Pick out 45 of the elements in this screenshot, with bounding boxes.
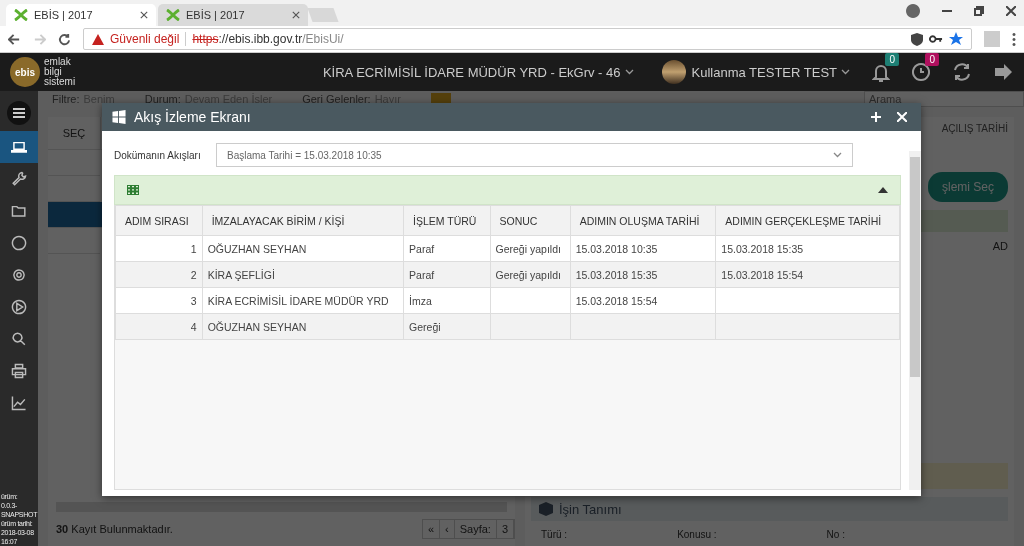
table-cell: KİRA ECRİMİSİL İDARE MÜDÜR YRD: [202, 287, 404, 314]
table-cell: Paraf: [403, 261, 490, 288]
logo: ebis: [10, 57, 40, 87]
column-header: AD: [992, 240, 1008, 252]
column-header: İŞLEM TÜRÜ: [403, 205, 490, 236]
field-label: Konusu :: [677, 529, 717, 540]
table-cell: OĞUZHAN SEYHAN: [202, 235, 404, 262]
dialog-title: Akış İzleme Ekranı: [134, 109, 252, 125]
column-header: ADIMIN OLUŞMA TARİHİ: [570, 205, 716, 236]
notification-badge: 0: [885, 53, 899, 66]
table-cell: 15.03.2018 15:35: [570, 261, 716, 288]
security-warning: Güvenli değil: [110, 32, 180, 46]
section-title: İşin Tanımı: [559, 501, 622, 517]
table-cell: 15.03.2018 15:35: [715, 235, 900, 262]
column-header: AÇILIŞ TARİHİ: [941, 123, 1008, 134]
page-label: Sayfa:: [454, 520, 497, 538]
table-cell: 15.03.2018 10:35: [570, 235, 716, 262]
column-header: SEÇ: [48, 117, 101, 149]
table-cell: İmza: [403, 287, 490, 314]
table-cell: Gereği yapıldı: [490, 235, 571, 262]
table-cell: 3: [115, 287, 203, 314]
table-cell: 15.03.2018 15:54: [715, 261, 900, 288]
notification-badge: 0: [925, 53, 939, 66]
field-label: Dokümanın Akışları: [114, 149, 202, 161]
field-label: No :: [826, 529, 845, 540]
table-cell: 4: [115, 313, 203, 340]
logo-caption: emlak: [44, 57, 72, 67]
column-header: ADIM SIRASI: [115, 205, 203, 236]
table-cell: 1: [115, 235, 203, 262]
field-label: Türü :: [541, 529, 568, 540]
url-text: https://ebis.ibb.gov.tr/EbisUi/: [192, 32, 344, 46]
table-cell: OĞUZHAN SEYHAN: [202, 313, 404, 340]
table-cell: 15.03.2018 15:54: [570, 287, 716, 314]
logo-caption: bilgi: [44, 67, 62, 77]
table-cell: Gereği yapıldı: [490, 261, 571, 288]
column-header: ADIMIN GERÇEKLEŞME TARİHİ: [715, 205, 900, 236]
table-cell: Paraf: [403, 235, 490, 262]
record-count: 30 Kayıt Bulunmaktadır.: [56, 523, 173, 535]
logo-caption: sistemi: [44, 77, 76, 87]
column-header: İMZALAYACAK BİRİM / KİŞİ: [202, 205, 404, 236]
table-cell: Gereği: [403, 313, 490, 340]
table-cell: 2: [115, 261, 203, 288]
column-header: SONUC: [490, 205, 571, 236]
page-number: 3: [496, 520, 514, 538]
table-cell: KİRA ŞEFLİGİ: [202, 261, 404, 288]
